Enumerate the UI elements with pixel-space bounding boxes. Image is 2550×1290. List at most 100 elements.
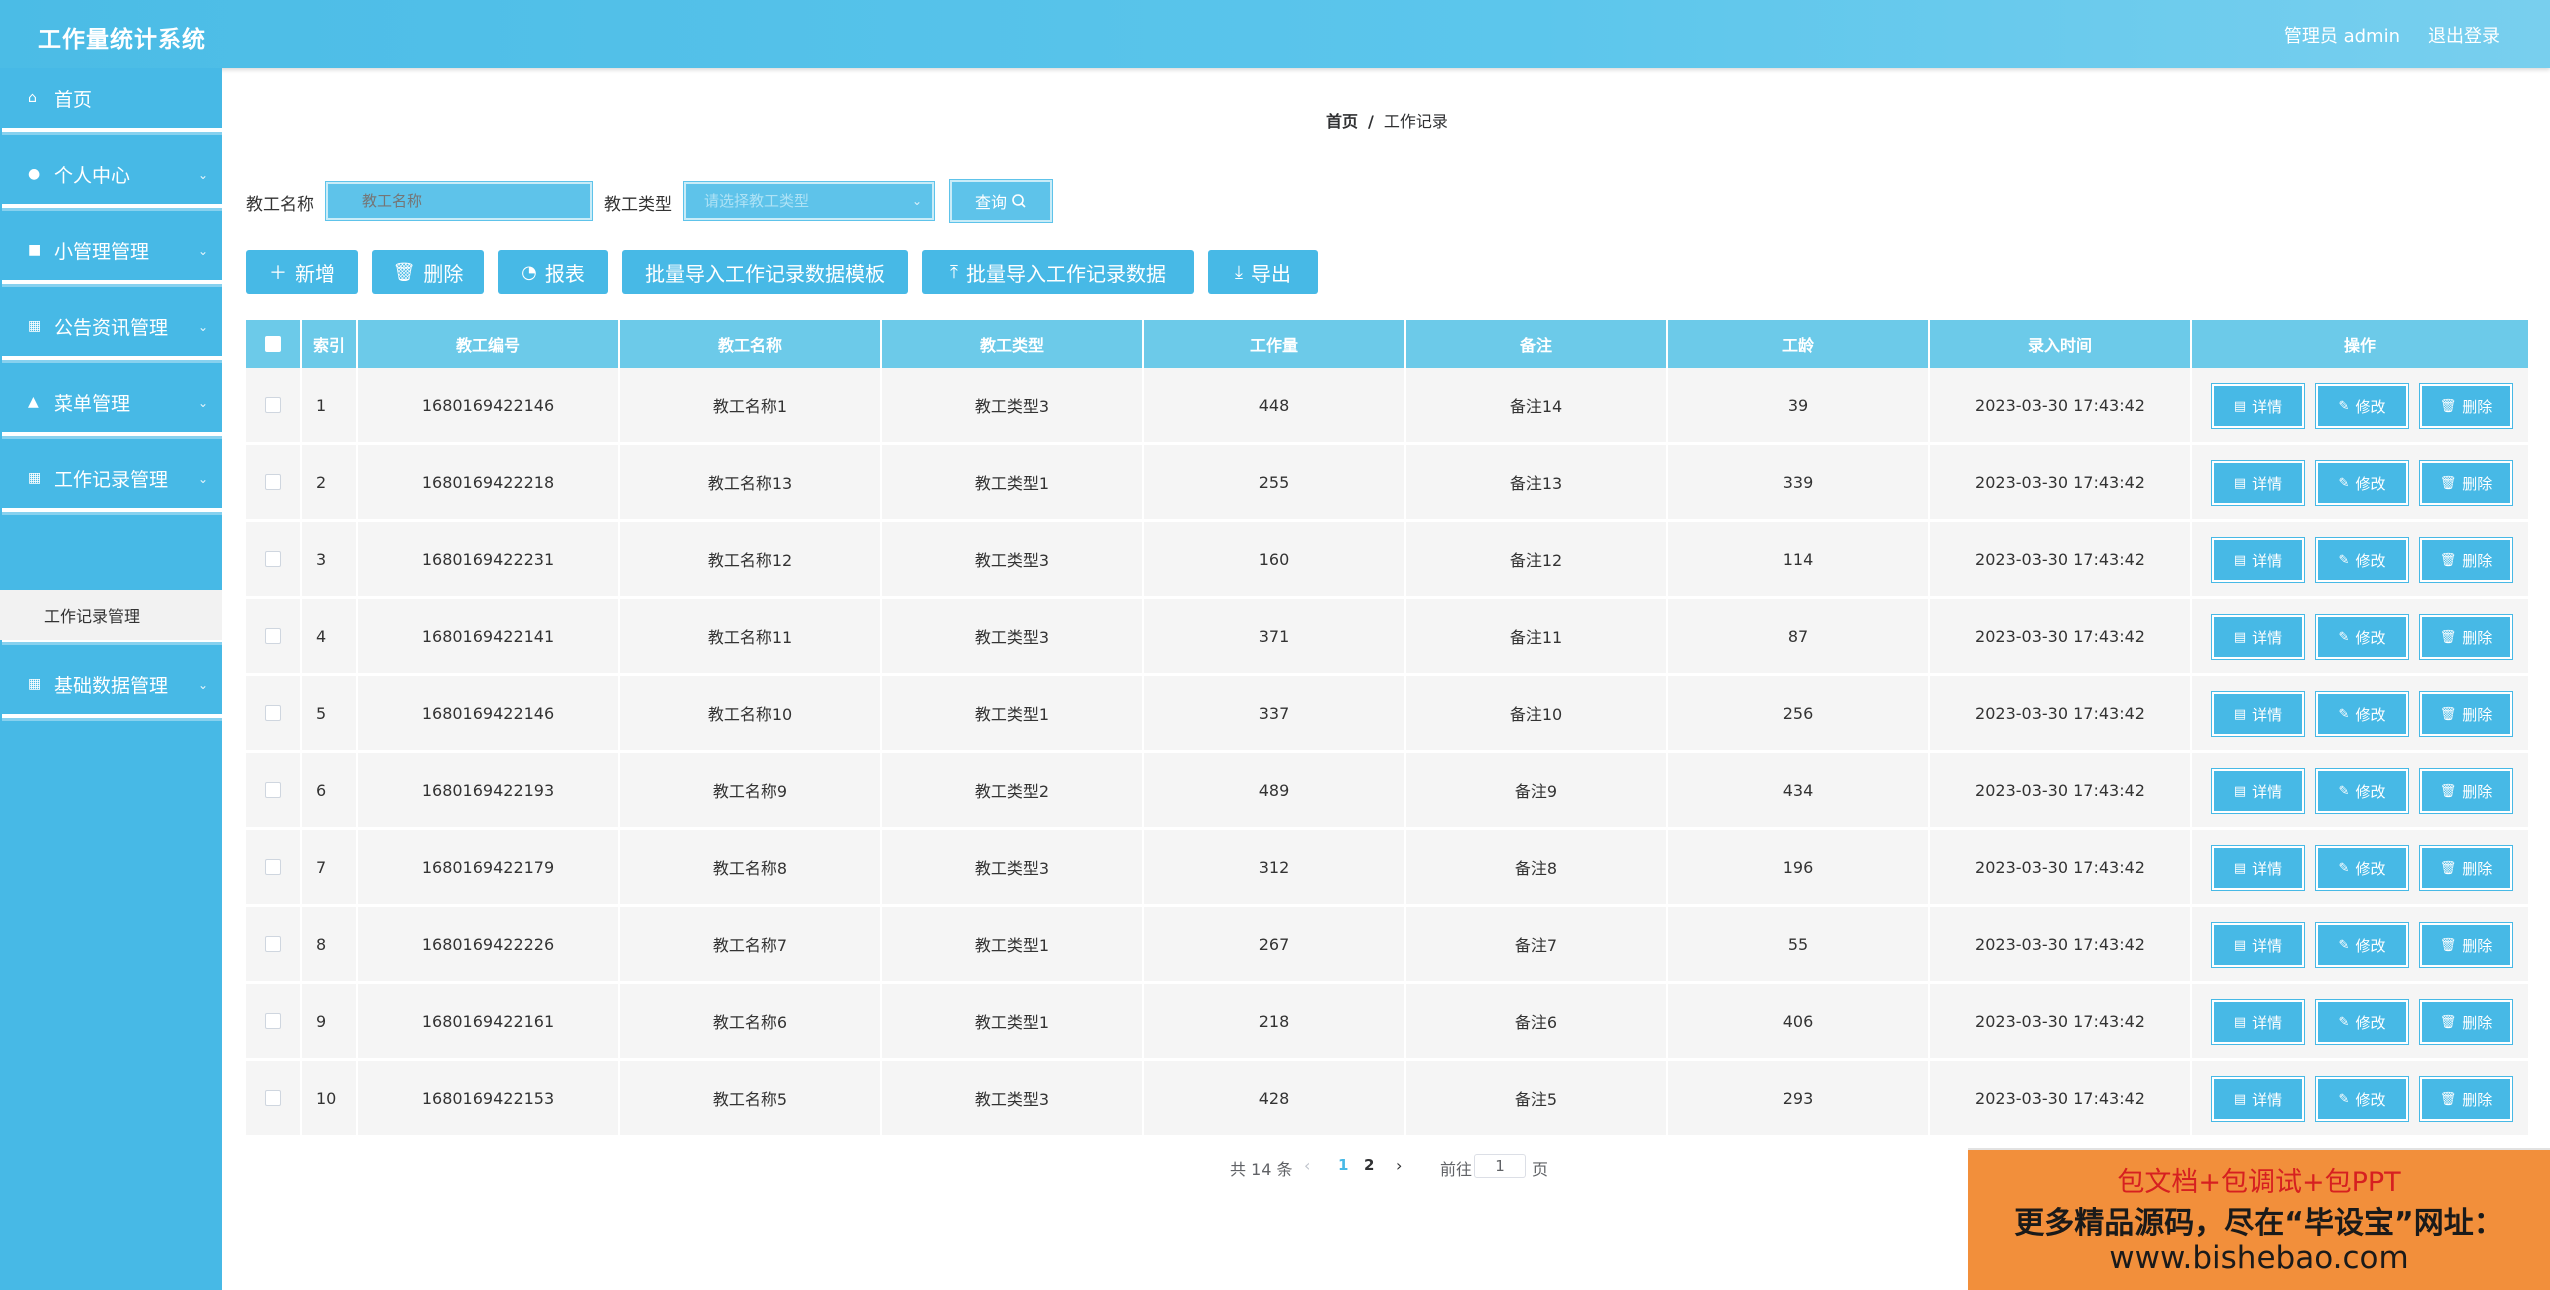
trash-icon: 🗑 — [2439, 783, 2457, 799]
detail-button[interactable]: ▤ 详情 — [2211, 768, 2305, 814]
cell-entry-time: 2023-03-30 17:43:42 — [1930, 445, 2192, 519]
row-delete-button-label: 删除 — [2462, 936, 2493, 955]
sidebar-item-personal-center[interactable]: ● 个人中心 ⌄ — [2, 144, 222, 208]
sidebar-item-admin-manage[interactable]: ■ 小管理管理 ⌄ — [2, 220, 222, 284]
edit-button[interactable]: ✎ 修改 — [2315, 768, 2409, 814]
edit-button[interactable]: ✎ 修改 — [2315, 537, 2409, 583]
edit-button[interactable]: ✎ 修改 — [2315, 1076, 2409, 1122]
import-template-button[interactable]: 批量导入工作记录数据模板 — [622, 250, 908, 294]
row-delete-button[interactable]: 🗑 删除 — [2419, 999, 2513, 1045]
detail-button[interactable]: ▤ 详情 — [2211, 999, 2305, 1045]
cell-entry-time: 2023-03-30 17:43:42 — [1930, 676, 2192, 750]
next-page-icon[interactable]: › — [1396, 1156, 1402, 1175]
sidebar-item-basic-data-manage[interactable]: ▦ 基础数据管理 ⌄ — [2, 654, 222, 718]
breadcrumb-home[interactable]: 首页 — [1326, 112, 1358, 131]
detail-button[interactable]: ▤ 详情 — [2211, 1076, 2305, 1122]
row-delete-button[interactable]: 🗑 删除 — [2419, 383, 2513, 429]
add-button[interactable]: ＋ 新增 — [246, 250, 358, 294]
query-button[interactable]: 查询 — [949, 179, 1053, 223]
row-delete-button-label: 删除 — [2462, 628, 2493, 647]
row-checkbox[interactable] — [265, 474, 281, 490]
cell-staff-id: 1680169422161 — [358, 984, 620, 1058]
report-button[interactable]: ◔ 报表 — [498, 250, 608, 294]
row-checkbox[interactable] — [265, 936, 281, 952]
detail-button[interactable]: ▤ 详情 — [2211, 537, 2305, 583]
user-icon: ● — [28, 166, 41, 182]
row-checkbox[interactable] — [265, 1090, 281, 1106]
cell-note: 备注10 — [1406, 676, 1668, 750]
sidebar-item-label: 首页 — [54, 88, 93, 111]
detail-button[interactable]: ▤ 详情 — [2211, 614, 2305, 660]
row-delete-button[interactable]: 🗑 删除 — [2419, 614, 2513, 660]
sidebar-item-menu-manage[interactable]: ▲ 菜单管理 ⌄ — [2, 372, 222, 436]
row-delete-button-label: 删除 — [2462, 859, 2493, 878]
sidebar-item-home[interactable]: ⌂ 首页 — [2, 68, 222, 132]
select-all-checkbox[interactable] — [265, 336, 281, 352]
import-data-button-label: 批量导入工作记录数据 — [965, 261, 1166, 286]
sidebar-item-notice-manage[interactable]: ▦ 公告资讯管理 ⌄ — [2, 296, 222, 360]
row-delete-button[interactable]: 🗑 删除 — [2419, 460, 2513, 506]
cell-entry-time: 2023-03-30 17:43:42 — [1930, 984, 2192, 1058]
cell-staff-type: 教工类型1 — [882, 445, 1144, 519]
table-row: 3 1680169422231 教工名称12 教工类型3 160 备注12 114 2023-… — [246, 522, 2528, 596]
edit-button[interactable]: ✎ 修改 — [2315, 845, 2409, 891]
cell-note: 备注6 — [1406, 984, 1668, 1058]
header-seniority: 工龄 — [1668, 320, 1930, 368]
import-data-button[interactable]: ⤒ 批量导入工作记录数据 — [922, 250, 1194, 294]
page-number-2[interactable]: 2 — [1364, 1156, 1374, 1174]
submenu-item-work-records[interactable]: 工作记录管理 — [0, 590, 222, 640]
edit-button[interactable]: ✎ 修改 — [2315, 691, 2409, 737]
name-search-input[interactable] — [325, 181, 593, 221]
detail-button[interactable]: ▤ 详情 — [2211, 691, 2305, 737]
sidebar-item-work-record-manage[interactable]: ▦ 工作记录管理 ⌄ — [2, 448, 222, 512]
type-select[interactable]: 请选择教工类型 ⌄ — [683, 181, 935, 221]
cell-workload: 267 — [1144, 907, 1406, 981]
detail-button[interactable]: ▤ 详情 — [2211, 922, 2305, 968]
row-checkbox[interactable] — [265, 551, 281, 567]
row-checkbox[interactable] — [265, 859, 281, 875]
header-note: 备注 — [1406, 320, 1668, 368]
detail-button[interactable]: ▤ 详情 — [2211, 845, 2305, 891]
report-button-label: 报表 — [544, 261, 585, 286]
row-checkbox[interactable] — [265, 705, 281, 721]
logout-link[interactable]: 退出登录 — [2428, 22, 2500, 48]
export-button[interactable]: ⤓ 导出 — [1208, 250, 1318, 294]
cell-staff-type: 教工类型3 — [882, 368, 1144, 442]
edit-button[interactable]: ✎ 修改 — [2315, 460, 2409, 506]
detail-button[interactable]: ▤ 详情 — [2211, 460, 2305, 506]
cell-staff-name: 教工名称8 — [620, 830, 882, 904]
row-delete-button[interactable]: 🗑 删除 — [2419, 1076, 2513, 1122]
row-delete-button-label: 删除 — [2462, 1090, 2493, 1109]
home-icon: ⌂ — [28, 90, 37, 106]
cell-staff-name: 教工名称1 — [620, 368, 882, 442]
trash-icon: 🗑 — [2439, 1091, 2457, 1107]
row-delete-button[interactable]: 🗑 删除 — [2419, 845, 2513, 891]
table-row: 4 1680169422141 教工名称11 教工类型3 371 备注11 87 2023-0… — [246, 599, 2528, 673]
edit-icon: ✎ — [2338, 860, 2350, 876]
cell-seniority: 55 — [1668, 907, 1930, 981]
cell-staff-id: 1680169422141 — [358, 599, 620, 673]
page-number-1[interactable]: 1 — [1338, 1156, 1348, 1174]
edit-button[interactable]: ✎ 修改 — [2315, 922, 2409, 968]
prev-page-icon[interactable]: ‹ — [1304, 1156, 1310, 1175]
delete-button[interactable]: 🗑 删除 — [372, 250, 484, 294]
row-checkbox[interactable] — [265, 397, 281, 413]
row-delete-button[interactable]: 🗑 删除 — [2419, 691, 2513, 737]
document-icon: ▤ — [2233, 1091, 2247, 1107]
detail-button-label: 详情 — [2252, 705, 2283, 724]
row-delete-button[interactable]: 🗑 删除 — [2419, 922, 2513, 968]
row-delete-button[interactable]: 🗑 删除 — [2419, 768, 2513, 814]
cell-staff-name: 教工名称6 — [620, 984, 882, 1058]
row-checkbox[interactable] — [265, 782, 281, 798]
edit-button[interactable]: ✎ 修改 — [2315, 999, 2409, 1045]
cell-entry-time: 2023-03-30 17:43:42 — [1930, 1061, 2192, 1135]
document-icon: ▤ — [2233, 475, 2247, 491]
edit-button[interactable]: ✎ 修改 — [2315, 383, 2409, 429]
detail-button-label: 详情 — [2252, 474, 2283, 493]
row-checkbox[interactable] — [265, 1013, 281, 1029]
goto-page-input[interactable] — [1474, 1154, 1526, 1178]
row-delete-button[interactable]: 🗑 删除 — [2419, 537, 2513, 583]
row-checkbox[interactable] — [265, 628, 281, 644]
detail-button[interactable]: ▤ 详情 — [2211, 383, 2305, 429]
edit-button[interactable]: ✎ 修改 — [2315, 614, 2409, 660]
